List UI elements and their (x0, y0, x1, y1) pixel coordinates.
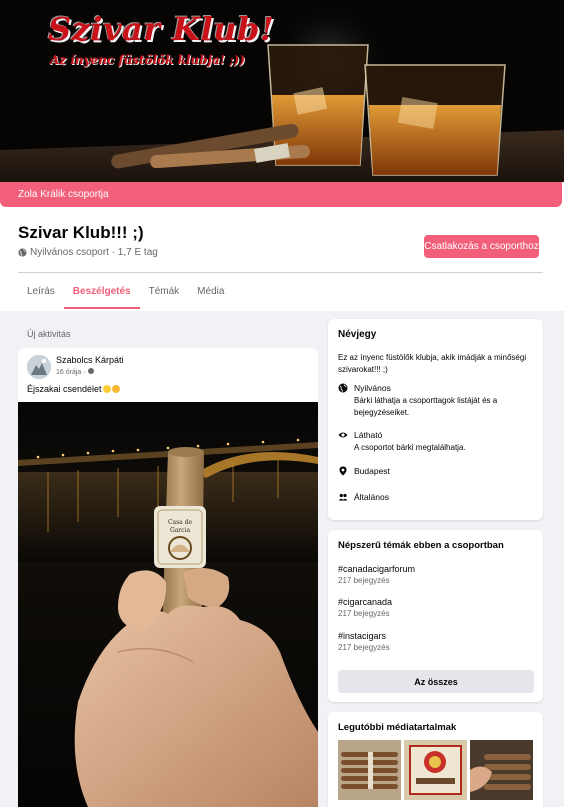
privacy-description: Bárki láthatja a csoporttagok listáját é… (354, 396, 498, 417)
globe-icon (18, 248, 27, 257)
cover-subtitle: Az ínyenc füstölők klubja! ;)) (50, 53, 245, 67)
location-pin-icon (339, 466, 347, 476)
group-name: Szivar Klub!!! ;) (18, 223, 144, 242)
tab-topics[interactable]: Témák (140, 273, 189, 311)
privacy-row: Nyilvános Bárki láthatja a csoporttagok … (338, 383, 538, 419)
topics-title: Népszerű témák ebben a csoportban (338, 540, 504, 551)
category-row: Általános (338, 492, 538, 504)
post-card: Szabolcs Kárpáti 16 órája · Éjszakai cse… (18, 348, 318, 807)
location-text[interactable]: Budapest (354, 466, 390, 476)
tab-media[interactable]: Média (188, 273, 233, 311)
media-title: Legutóbbi médiatartalmak (338, 722, 457, 733)
cigar-band-text: Casa de (168, 519, 193, 526)
post-photo[interactable]: Casa de Garcia (18, 402, 318, 807)
topic-item[interactable]: #cigarcanada 217 bejegyzés (338, 596, 392, 620)
topic-item[interactable]: #instacigars 217 bejegyzés (338, 630, 390, 654)
post-text: Éjszakai csendélet (27, 384, 120, 394)
topic-tag: #instacigars (338, 631, 387, 641)
tab-description[interactable]: Leírás (18, 273, 64, 311)
tab-discussion[interactable]: Beszélgetés (63, 273, 140, 311)
eye-icon (338, 432, 348, 438)
post-author[interactable]: Szabolcs Kárpáti (56, 355, 124, 365)
group-meta-text: Nyilvános csoport · 1,7 E tag (30, 247, 158, 258)
post-time[interactable]: 16 órája · (56, 368, 94, 376)
topic-tag: #cigarcanada (338, 597, 393, 607)
media-thumbnail[interactable] (470, 740, 533, 800)
globe-icon (87, 368, 94, 374)
group-meta: Nyilvános csoport · 1,7 E tag (18, 247, 158, 258)
topic-tag: #canadacigarforum (338, 564, 416, 574)
visibility-row: Látható A csoportot bárki megtalálhatja. (338, 430, 538, 454)
about-description: Ez az ínyenc füstölők klubja, akik imádj… (338, 353, 527, 374)
privacy-title: Nyilvános (354, 383, 391, 393)
about-card: Névjegy Ez az ínyenc füstölők klubja, ak… (328, 319, 543, 520)
people-icon (338, 493, 348, 501)
cover-title: Szivar Klub! (48, 10, 275, 48)
avatar-image (27, 355, 51, 379)
media-thumbnail-image (470, 740, 533, 800)
cigar-band-text: Garcia (170, 527, 191, 534)
group-header: Szivar Klub!!! ;) Nyilvános csoport · 1,… (0, 207, 564, 311)
popular-topics-card: Népszerű témák ebben a csoportban #canad… (328, 530, 543, 702)
topic-count: 217 bejegyzés (338, 609, 390, 618)
about-title: Névjegy (338, 329, 377, 340)
media-thumbnail[interactable] (404, 740, 467, 800)
feed-section-label: Új aktivitás (27, 329, 71, 339)
grin-emoji-icon (102, 385, 111, 393)
location-row: Budapest (338, 466, 538, 478)
visibility-description: A csoportot bárki megtalálhatja. (354, 443, 466, 452)
media-thumbnail[interactable] (338, 740, 401, 800)
category-text: Általános (354, 492, 389, 502)
group-cover: Szivar Klub! Az ínyenc füstölők klubja! … (0, 0, 564, 207)
author-avatar[interactable] (27, 355, 51, 379)
topic-item[interactable]: #canadacigarforum 217 bejegyzés (338, 563, 415, 587)
join-group-button[interactable]: Csatlakozás a csoporthoz (424, 235, 539, 258)
see-all-topics-button[interactable]: Az összes (338, 670, 534, 693)
heart-eyes-emoji-icon (111, 385, 120, 393)
media-thumbnail-image (338, 740, 401, 800)
cover-photo[interactable]: Szivar Klub! Az ínyenc füstölők klubja! … (0, 0, 564, 182)
group-tabs: Leírás Beszélgetés Témák Média (18, 273, 233, 311)
media-thumbnail-image (404, 740, 467, 800)
post-time-text: 16 órája · (56, 369, 88, 376)
post-text-content: Éjszakai csendélet (27, 384, 102, 394)
group-owner-link[interactable]: Zola Králik csoportja (18, 189, 109, 200)
topic-count: 217 bejegyzés (338, 643, 390, 652)
group-owner-bar: Zola Králik csoportja (0, 182, 562, 207)
recent-media-card: Legutóbbi médiatartalmak (328, 712, 543, 807)
topic-count: 217 bejegyzés (338, 576, 390, 585)
globe-icon (338, 383, 348, 393)
visibility-title: Látható (354, 430, 383, 440)
